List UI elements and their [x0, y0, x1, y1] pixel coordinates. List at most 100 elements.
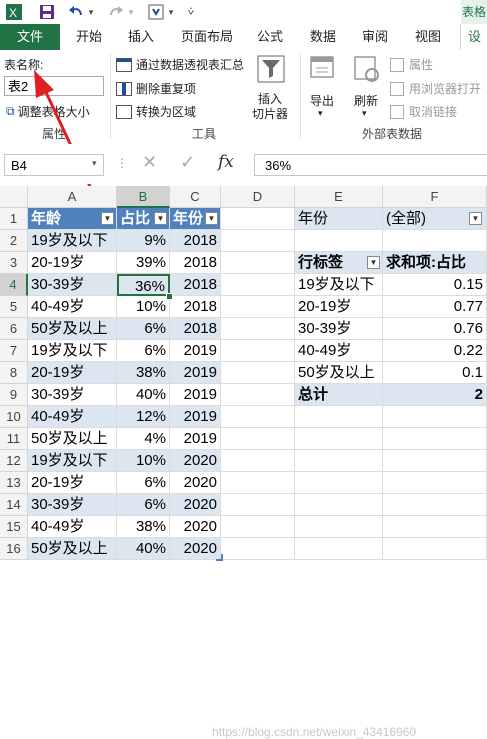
select-all-corner[interactable]	[0, 186, 28, 208]
empty-cell[interactable]	[221, 340, 295, 362]
formula-input[interactable]: 36%	[254, 154, 487, 176]
tab-insert[interactable]: 插入	[120, 24, 162, 50]
properties-button[interactable]: 属性	[390, 56, 433, 73]
row-header[interactable]: 13	[0, 472, 28, 494]
sort-icon[interactable]	[146, 2, 166, 22]
empty-cell[interactable]	[221, 274, 295, 296]
column-header-a[interactable]: A	[28, 186, 117, 208]
table-cell-year[interactable]: 2019	[170, 340, 221, 362]
pivot-row-name[interactable]: 40-49岁	[295, 340, 383, 362]
empty-cell[interactable]	[383, 406, 487, 428]
table-cell-age[interactable]: 50岁及以上	[28, 318, 117, 340]
empty-cell[interactable]	[221, 318, 295, 340]
name-box-dropdown-icon[interactable]: ▾	[92, 158, 97, 169]
table-cell-share[interactable]: 10%	[117, 450, 170, 472]
row-header[interactable]: 5	[0, 296, 28, 318]
table-cell-year[interactable]: 2020	[170, 516, 221, 538]
unlink-button[interactable]: 取消链接	[390, 103, 457, 120]
empty-cell[interactable]	[221, 296, 295, 318]
table-cell-age[interactable]: 19岁及以下	[28, 340, 117, 362]
empty-cell[interactable]	[221, 428, 295, 450]
empty-cell[interactable]	[221, 538, 295, 560]
table-cell-share[interactable]: 6%	[117, 318, 170, 340]
name-box[interactable]: B4	[4, 154, 104, 176]
redo-dropdown-icon[interactable]: ▾	[126, 2, 136, 22]
table-cell-age[interactable]: 50岁及以上	[28, 428, 117, 450]
tab-file[interactable]: 文件	[0, 24, 60, 50]
empty-cell[interactable]	[295, 450, 383, 472]
empty-cell[interactable]	[295, 494, 383, 516]
row-header[interactable]: 11	[0, 428, 28, 450]
table-cell-age[interactable]: 20-19岁	[28, 472, 117, 494]
pivot-row-value[interactable]: 0.22	[383, 340, 487, 362]
empty-cell[interactable]	[383, 516, 487, 538]
row-header[interactable]: 14	[0, 494, 28, 516]
column-header-c[interactable]: C	[170, 186, 221, 208]
row-header[interactable]: 7	[0, 340, 28, 362]
summarize-pivot-button[interactable]: 通过数据透视表汇总	[116, 56, 244, 73]
table-cell-share[interactable]: 38%	[117, 516, 170, 538]
empty-cell[interactable]	[295, 472, 383, 494]
table-cell-year[interactable]: 2019	[170, 384, 221, 406]
row-header[interactable]: 10	[0, 406, 28, 428]
save-icon[interactable]	[36, 2, 58, 22]
empty-cell[interactable]	[383, 450, 487, 472]
tab-page-layout[interactable]: 页面布局	[174, 24, 240, 50]
convert-to-range-button[interactable]: 转换为区域	[116, 103, 196, 120]
tab-formulas[interactable]: 公式	[250, 24, 290, 50]
empty-cell[interactable]	[221, 362, 295, 384]
table-cell-age[interactable]: 40-49岁	[28, 406, 117, 428]
customize-qat-icon[interactable]: ⩒	[184, 2, 198, 22]
pivot-row-value[interactable]: 0.76	[383, 318, 487, 340]
tab-review[interactable]: 审阅	[354, 24, 396, 50]
pivot-filter-label[interactable]: 年份	[295, 208, 383, 230]
remove-duplicates-button[interactable]: 删除重复项	[116, 80, 196, 97]
column-header-e[interactable]: E	[295, 186, 383, 208]
pivot-filter-value[interactable]: (全部) ▼	[383, 208, 487, 230]
filter-dropdown-icon[interactable]: ▼	[205, 212, 218, 225]
table-cell-age[interactable]: 20-19岁	[28, 252, 117, 274]
insert-function-icon[interactable]: fx	[218, 152, 234, 172]
open-in-browser-button[interactable]: 用浏览器打开	[390, 80, 481, 97]
pivot-value-label[interactable]: 求和项:占比	[383, 252, 487, 274]
table-cell-year[interactable]: 2018	[170, 252, 221, 274]
pivot-row-label[interactable]: 行标签 ▼	[295, 252, 383, 274]
table-cell-year[interactable]: 2019	[170, 428, 221, 450]
row-header[interactable]: 9	[0, 384, 28, 406]
tab-view[interactable]: 视图	[406, 24, 450, 50]
table-cell-share[interactable]: 38%	[117, 362, 170, 384]
tab-home[interactable]: 开始	[68, 24, 110, 50]
export-button[interactable]: 导出 ▾	[306, 54, 340, 124]
refresh-button[interactable]: 刷新 ▾	[350, 54, 384, 124]
row-header[interactable]: 6	[0, 318, 28, 340]
tab-design[interactable]: 设	[460, 24, 487, 50]
empty-cell[interactable]	[221, 472, 295, 494]
header-share[interactable]: 占比 ▼	[117, 208, 170, 230]
pivot-row-value[interactable]: 0.15	[383, 274, 487, 296]
table-cell-share[interactable]: 12%	[117, 406, 170, 428]
row-header[interactable]: 4	[0, 274, 28, 296]
filter-dropdown-icon[interactable]: ▼	[101, 212, 114, 225]
empty-cell[interactable]	[221, 406, 295, 428]
column-header-d[interactable]: D	[221, 186, 295, 208]
cancel-icon[interactable]: ✕	[142, 152, 157, 173]
table-cell-year[interactable]: 2020	[170, 538, 221, 560]
insert-slicer-button[interactable]: 插入 切片器	[252, 54, 290, 126]
row-header[interactable]: 12	[0, 450, 28, 472]
empty-cell[interactable]	[295, 406, 383, 428]
empty-cell[interactable]	[295, 516, 383, 538]
table-cell-share[interactable]: 10%	[117, 296, 170, 318]
empty-cell[interactable]	[295, 428, 383, 450]
undo-dropdown-icon[interactable]: ▾	[86, 2, 96, 22]
table-cell-year[interactable]: 2020	[170, 494, 221, 516]
pivot-row-value[interactable]: 0.1	[383, 362, 487, 384]
table-cell-year[interactable]: 2020	[170, 450, 221, 472]
table-cell-share[interactable]: 4%	[117, 428, 170, 450]
empty-cell[interactable]	[221, 230, 295, 252]
pivot-row-name[interactable]: 30-39岁	[295, 318, 383, 340]
table-cell-share[interactable]: 6%	[117, 494, 170, 516]
table-cell-age[interactable]: 40-49岁	[28, 516, 117, 538]
empty-cell[interactable]	[295, 538, 383, 560]
enter-icon[interactable]: ✓	[180, 152, 195, 173]
empty-cell[interactable]	[221, 252, 295, 274]
